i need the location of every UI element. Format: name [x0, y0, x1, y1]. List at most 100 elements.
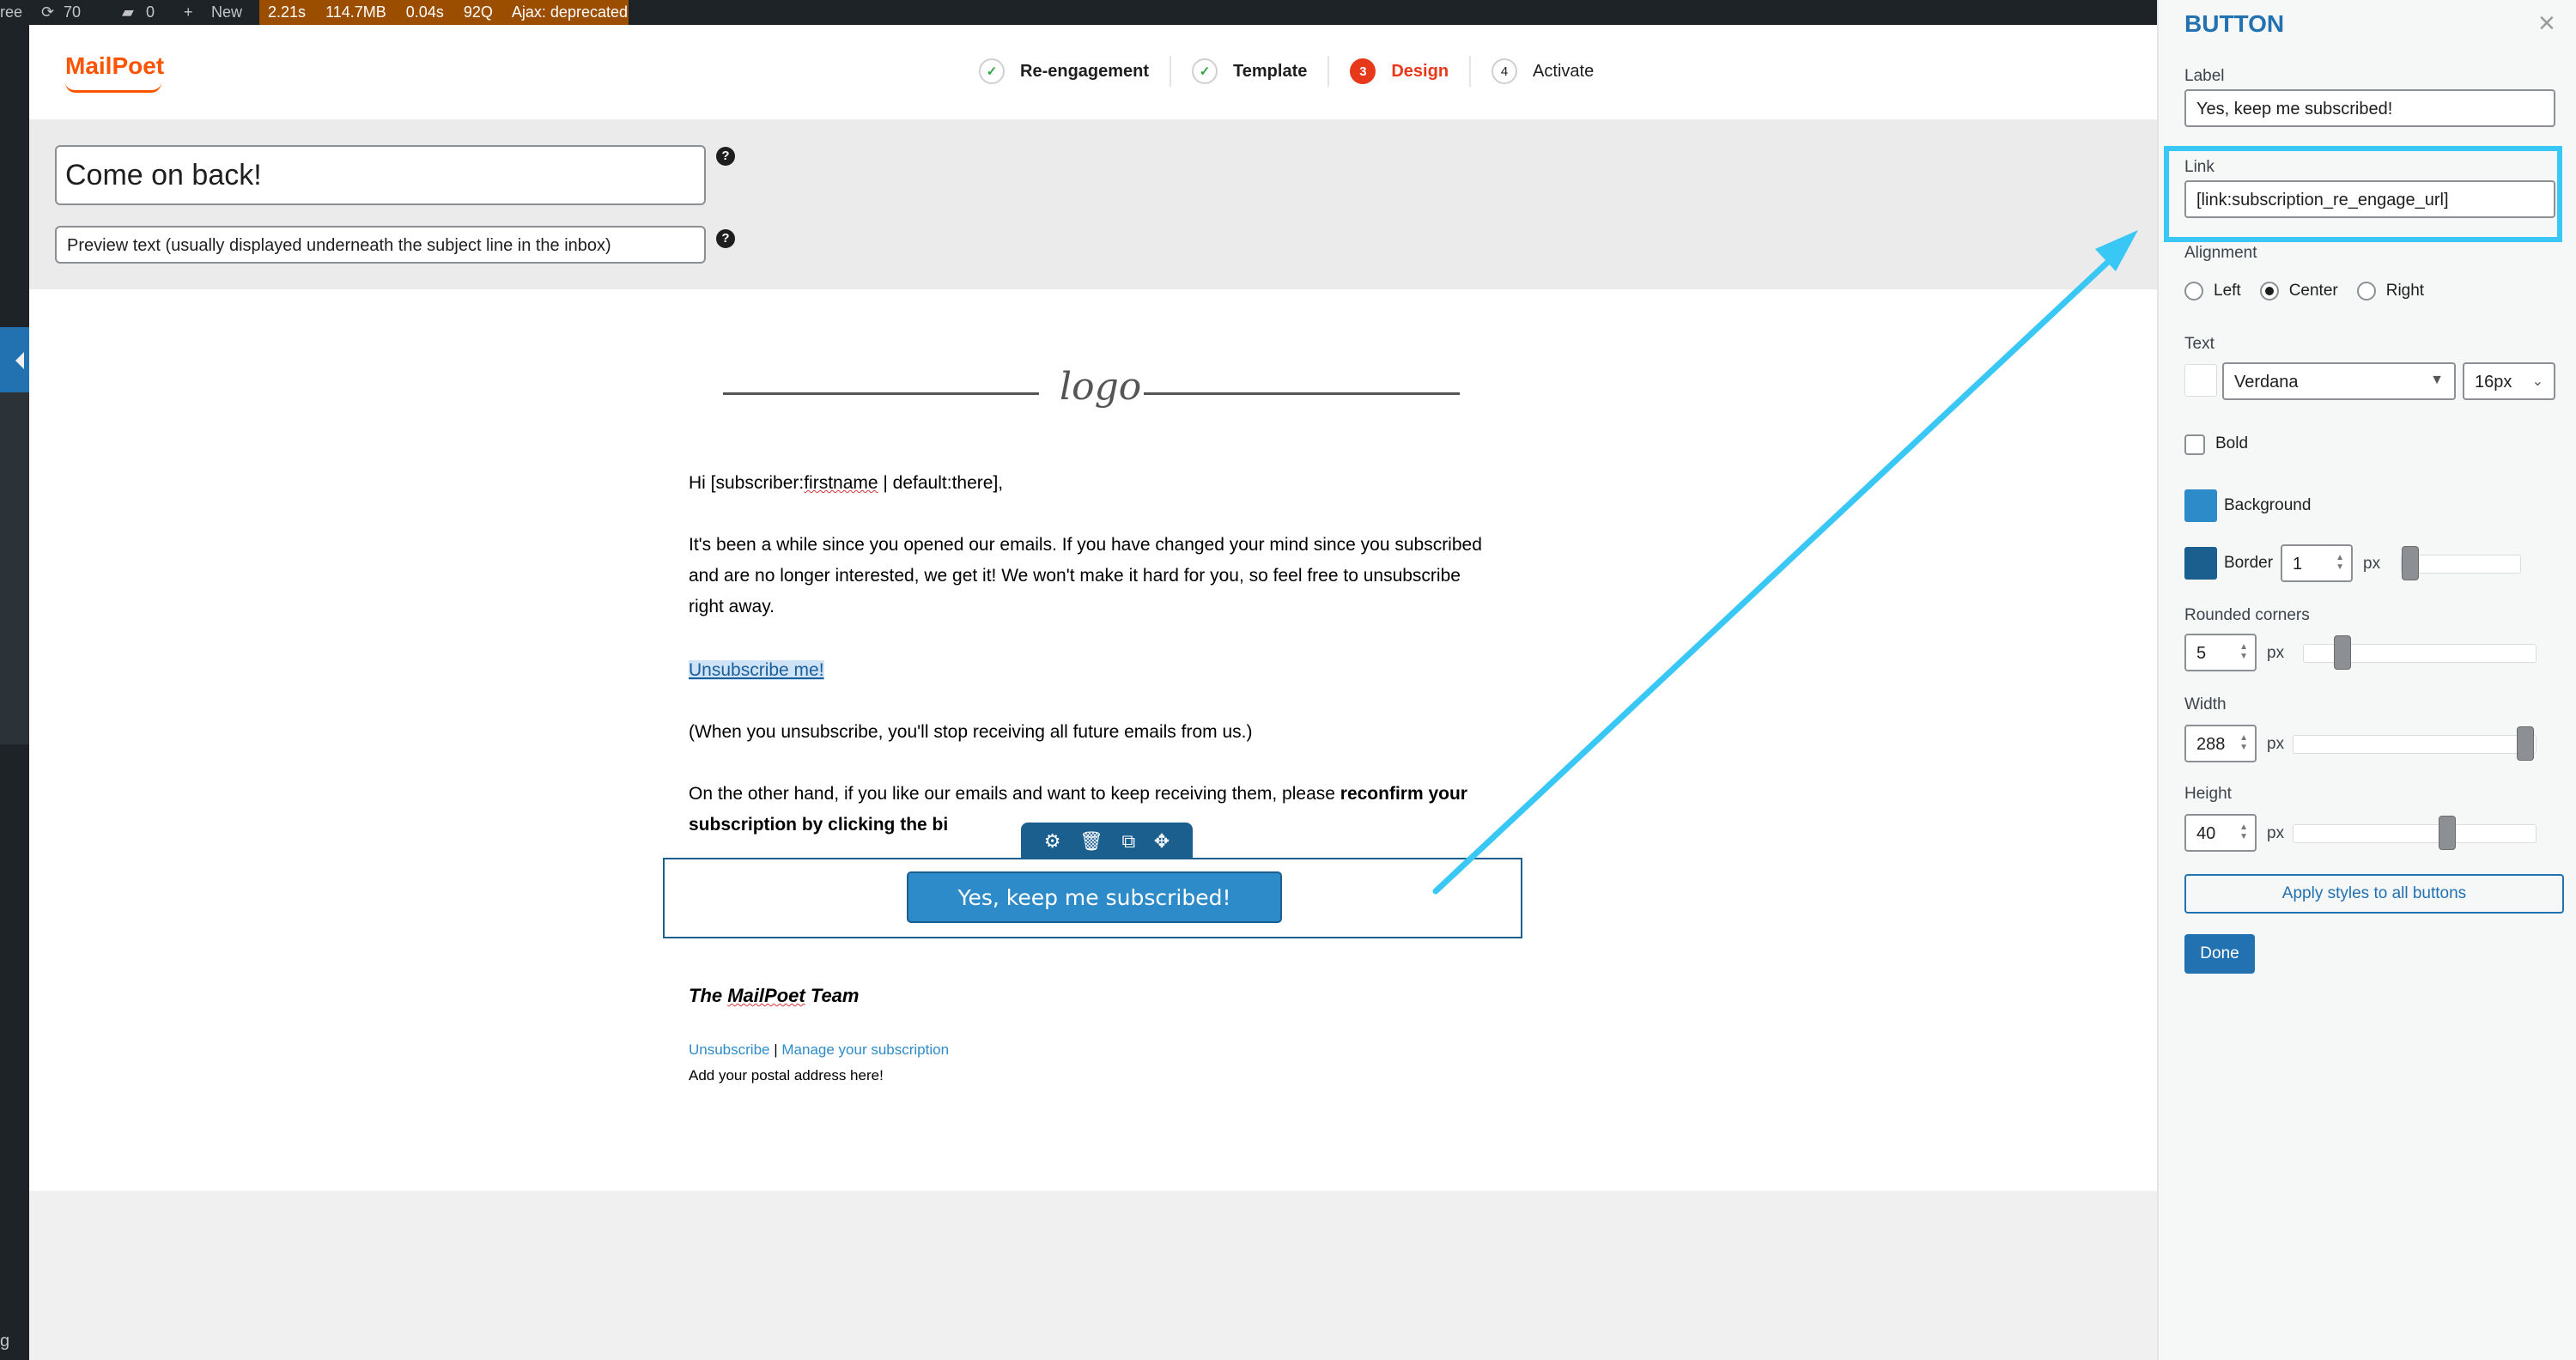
- current-menu-item[interactable]: [0, 327, 29, 392]
- subject-input[interactable]: Come on back!: [55, 145, 706, 205]
- font-family-select[interactable]: Verdana ▼: [2222, 362, 2456, 400]
- button-block[interactable]: Yes, keep me subscribed!: [663, 858, 1522, 938]
- align-left-radio[interactable]: [2184, 282, 2203, 301]
- step-design[interactable]: 3 Design: [1350, 58, 1449, 84]
- preview-text-input[interactable]: Preview text (usually displayed undernea…: [55, 226, 706, 264]
- rounded-corners-value: 5: [2196, 644, 2207, 663]
- font-size-select[interactable]: 16px ⌄: [2463, 362, 2555, 400]
- width-unit: px: [2267, 735, 2285, 753]
- bold-label: Bold: [2215, 434, 2249, 452]
- border-color-swatch[interactable]: [2184, 547, 2217, 580]
- rounded-unit: px: [2267, 644, 2285, 662]
- site-name-fragment[interactable]: ree: [0, 4, 22, 20]
- background-color-swatch[interactable]: [2184, 489, 2217, 522]
- unsubscribe-link[interactable]: Unsubscribe me!: [689, 660, 824, 680]
- logo-divider-left: [723, 392, 1039, 395]
- step-label: Template: [1233, 61, 1308, 81]
- keep-subscribed-button[interactable]: Yes, keep me subscribed!: [907, 871, 1282, 923]
- step-re-engagement[interactable]: ✓ Re-engagement: [979, 58, 1149, 84]
- step-template[interactable]: ✓ Template: [1192, 58, 1307, 84]
- font-family-value: Verdana: [2234, 373, 2299, 392]
- subject-help-icon[interactable]: ?: [716, 147, 735, 166]
- apply-styles-button[interactable]: Apply styles to all buttons: [2184, 874, 2564, 914]
- alignment-options: Left Center Right: [2184, 282, 2443, 301]
- logo-placeholder[interactable]: logo: [1060, 365, 1141, 409]
- width-slider[interactable]: [2293, 726, 2537, 761]
- width-slider-thumb[interactable]: [2517, 726, 2534, 761]
- subject-area: Come on back! ? Preview text (usually di…: [29, 119, 2157, 289]
- gear-icon[interactable]: ⚙: [1044, 830, 1061, 853]
- width-input[interactable]: 288 ▲ ▼: [2184, 725, 2257, 762]
- comments-count[interactable]: 0: [146, 4, 155, 20]
- close-icon[interactable]: ×: [2538, 7, 2555, 40]
- step-number: 4: [1492, 58, 1518, 84]
- stepper-arrows-icon[interactable]: ▲ ▼: [2336, 553, 2344, 572]
- step-label: Design: [1391, 61, 1449, 81]
- align-right-label: Right: [2385, 282, 2425, 300]
- check-icon: ✓: [979, 58, 1005, 84]
- button-label-input[interactable]: Yes, keep me subscribed!: [2184, 89, 2555, 127]
- border-slider[interactable]: [2401, 546, 2521, 580]
- rounded-corners-slider[interactable]: [2303, 635, 2537, 670]
- step-activate[interactable]: 4 Activate: [1492, 58, 1594, 84]
- preview-help-icon[interactable]: ?: [716, 229, 735, 248]
- caret-down-icon: ▼: [2430, 373, 2444, 387]
- email-canvas: logo Hi [subscriber:firstname | default:…: [29, 289, 2157, 1191]
- signature-rest: Team: [805, 985, 860, 1006]
- admin-submenu[interactable]: [0, 392, 29, 744]
- mailpoet-logo[interactable]: MailPoet: [65, 52, 164, 80]
- height-heading: Height: [2184, 785, 2232, 803]
- greeting-text[interactable]: Hi [subscriber:firstname | default:there…: [689, 468, 1496, 499]
- label-heading: Label: [2184, 67, 2225, 85]
- footer-links: Unsubscribe | Manage your subscription: [689, 1041, 949, 1059]
- new-menu-label[interactable]: New: [211, 4, 242, 20]
- border-slider-thumb[interactable]: [2402, 546, 2419, 580]
- step-label: Activate: [1533, 61, 1595, 81]
- trash-icon[interactable]: 🗑: [1079, 830, 1103, 853]
- wp-admin-bar: ree ⟳ 70 ▰ 0 + New 2.21s 114.7MB 0.04s 9…: [0, 0, 2157, 25]
- signature[interactable]: The MailPoet Team: [689, 985, 859, 1007]
- step-divider: [1327, 56, 1330, 87]
- link-field-highlight: [2164, 146, 2562, 242]
- bold-checkbox[interactable]: [2184, 434, 2205, 455]
- reconfirm-text: On the other hand, if you like our email…: [689, 784, 1340, 804]
- move-icon[interactable]: ✥: [1154, 830, 1170, 853]
- current-menu-notch: [15, 352, 24, 369]
- align-right-radio[interactable]: [2356, 282, 2376, 301]
- rounded-corners-input[interactable]: 5 ▲ ▼: [2184, 634, 2257, 671]
- unsubscribe-note[interactable]: (When you unsubscribe, you'll stop recei…: [689, 717, 1496, 748]
- new-plus-icon[interactable]: +: [184, 4, 193, 20]
- menu-glyph[interactable]: g: [0, 1332, 9, 1351]
- footer-separator: |: [769, 1041, 782, 1058]
- alignment-heading: Alignment: [2184, 244, 2257, 262]
- updates-count[interactable]: 70: [64, 4, 81, 20]
- footer-postal-address[interactable]: Add your postal address here!: [689, 1067, 884, 1084]
- duplicate-icon[interactable]: ⧉: [1122, 830, 1136, 853]
- stepper-arrows-icon[interactable]: ▲ ▼: [2239, 823, 2248, 841]
- height-slider-thumb[interactable]: [2439, 816, 2456, 850]
- stepper-arrows-icon[interactable]: ▲ ▼: [2239, 642, 2248, 661]
- border-label: Border: [2224, 554, 2274, 572]
- footer-unsubscribe-link[interactable]: Unsubscribe: [689, 1041, 770, 1058]
- border-width-input[interactable]: 1 ▲ ▼: [2281, 544, 2353, 582]
- text-heading: Text: [2184, 335, 2215, 353]
- query-monitor-stats[interactable]: 2.21s 114.7MB 0.04s 92Q Ajax: deprecated: [259, 0, 629, 25]
- updates-icon[interactable]: ⟳: [41, 4, 54, 20]
- text-color-swatch[interactable]: [2184, 364, 2217, 397]
- height-input[interactable]: 40 ▲ ▼: [2184, 814, 2257, 852]
- editor-header: MailPoet ✓ Re-engagement ✓ Template 3 De…: [29, 25, 2157, 119]
- stepper-arrows-icon[interactable]: ▲ ▼: [2239, 733, 2248, 752]
- admin-side-menu: g: [0, 25, 29, 1360]
- step-divider: [1170, 56, 1172, 87]
- rounded-slider-thumb[interactable]: [2334, 635, 2351, 670]
- unsubscribe-paragraph[interactable]: Unsubscribe me!: [689, 655, 1496, 686]
- comments-icon[interactable]: ▰: [122, 4, 134, 20]
- intro-paragraph[interactable]: It's been a while since you opened our e…: [689, 530, 1496, 622]
- border-unit: px: [2363, 555, 2381, 573]
- greeting-firstname: firstname: [804, 473, 878, 493]
- footer-manage-link[interactable]: Manage your subscription: [781, 1041, 949, 1058]
- height-slider[interactable]: [2293, 816, 2537, 850]
- align-center-radio[interactable]: [2259, 282, 2279, 301]
- step-divider: [1469, 56, 1472, 87]
- done-button[interactable]: Done: [2184, 934, 2255, 974]
